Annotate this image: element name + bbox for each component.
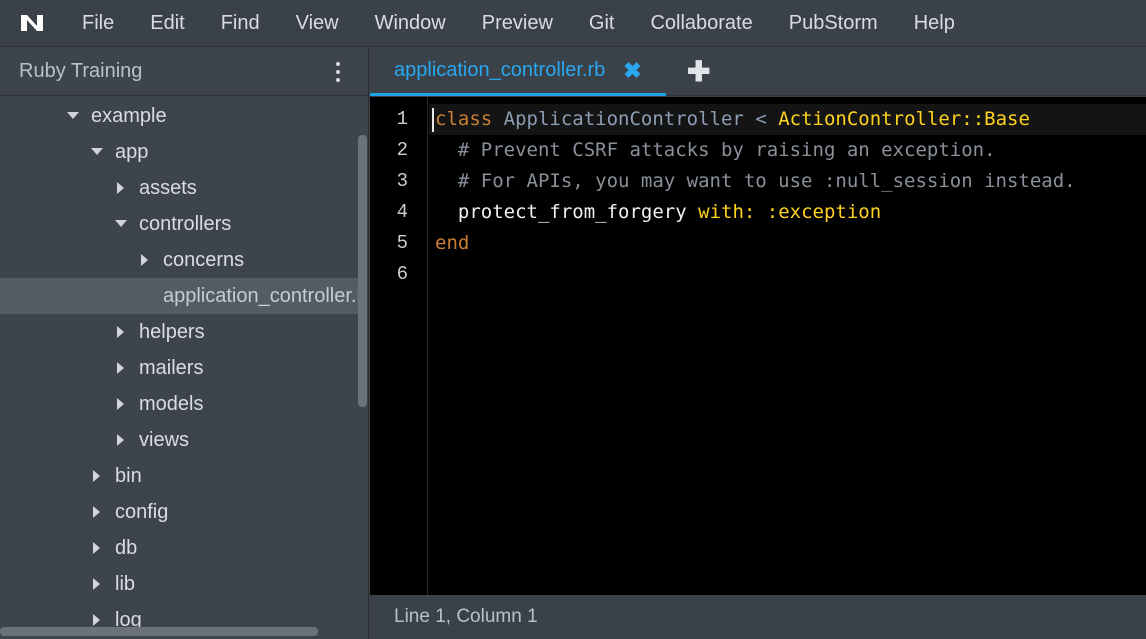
tree-item-example[interactable]: example	[0, 98, 358, 134]
line-number-gutter: 1 2 3 4 5 6	[370, 97, 428, 595]
tree-item-views[interactable]: views	[0, 422, 358, 458]
tree-item-db[interactable]: db	[0, 530, 358, 566]
tree-item-app[interactable]: app	[0, 134, 358, 170]
tree-item-assets[interactable]: assets	[0, 170, 358, 206]
menu-collaborate[interactable]: Collaborate	[632, 0, 770, 47]
comment: # Prevent CSRF attacks by raising an exc…	[457, 139, 996, 161]
cursor-position: Line 1, Column 1	[394, 606, 538, 627]
menu-help[interactable]: Help	[896, 0, 973, 47]
tree-item-mailers[interactable]: mailers	[0, 350, 358, 386]
tree-item-label: concerns	[163, 248, 245, 271]
file-explorer-sidebar: Ruby Training example app assets control…	[0, 48, 369, 639]
line-number: 2	[396, 139, 408, 161]
tree-item-lib[interactable]: lib	[0, 566, 358, 602]
menu-bar: File Edit Find View Window Preview Git C…	[0, 0, 1146, 47]
tree-item-helpers[interactable]: helpers	[0, 314, 358, 350]
tree-item-application-controller[interactable]: application_controller.rb	[0, 278, 358, 314]
tree-item-label: config	[115, 500, 169, 523]
tab-label: application_controller.rb	[394, 59, 606, 81]
method-call: protect_from_forgery	[457, 201, 687, 223]
code-area[interactable]: class ApplicationController < ActionCont…	[429, 104, 1146, 290]
caret-right-icon[interactable]	[109, 350, 133, 386]
caret-down-icon[interactable]	[85, 134, 109, 170]
caret-right-icon[interactable]	[85, 530, 109, 566]
sidebar-horizontal-scrollbar[interactable]	[0, 627, 318, 636]
code-line-3[interactable]: # For APIs, you may want to use :null_se…	[429, 166, 1146, 197]
tree-item-label: db	[115, 536, 138, 559]
tree-item-label: mailers	[139, 356, 204, 379]
caret-right-icon[interactable]	[85, 458, 109, 494]
menu-file[interactable]: File	[64, 0, 132, 47]
tree-item-label: lib	[115, 572, 136, 595]
menu-pubstorm[interactable]: PubStorm	[771, 0, 896, 47]
tree-item-controllers[interactable]: controllers	[0, 206, 358, 242]
add-tab-icon[interactable]: ✚	[666, 48, 732, 95]
line-number: 1	[396, 108, 408, 130]
close-tab-icon[interactable]: ✖	[623, 59, 641, 82]
menu-preview[interactable]: Preview	[464, 0, 571, 47]
comment: # For APIs, you may want to use :null_se…	[457, 170, 1076, 192]
code-line-5[interactable]: end	[429, 228, 1146, 259]
code-line-1[interactable]: class ApplicationController < ActionCont…	[429, 104, 1146, 135]
keyword-argument: with:	[698, 201, 756, 223]
text-cursor	[432, 107, 434, 132]
editor-tab-bar: application_controller.rb ✖ ✚	[370, 48, 1146, 96]
keyword-end: end	[435, 232, 470, 254]
tree-item-label: models	[139, 392, 204, 415]
menu-find[interactable]: Find	[203, 0, 278, 47]
caret-right-icon[interactable]	[109, 170, 133, 206]
caret-right-icon[interactable]	[85, 494, 109, 530]
inherit-operator: <	[755, 108, 767, 130]
more-options-icon[interactable]	[328, 58, 348, 86]
caret-right-icon[interactable]	[109, 386, 133, 422]
status-bar: Line 1, Column 1	[370, 595, 1146, 639]
caret-right-icon[interactable]	[109, 314, 133, 350]
tree-item-label: example	[91, 104, 167, 127]
line-number: 3	[396, 170, 408, 192]
tree-item-label: views	[139, 428, 190, 451]
line-number: 6	[396, 263, 408, 285]
class-name: ApplicationController	[503, 108, 744, 130]
sidebar-header: Ruby Training	[0, 48, 368, 96]
menu-window[interactable]: Window	[357, 0, 464, 47]
caret-down-icon[interactable]	[61, 98, 85, 134]
caret-right-icon[interactable]	[109, 422, 133, 458]
tab-application-controller[interactable]: application_controller.rb ✖	[370, 48, 666, 96]
tree-item-label: helpers	[139, 320, 205, 343]
file-tree: example app assets controllers concerns …	[0, 98, 358, 638]
tree-item-label: assets	[139, 176, 197, 199]
code-editor[interactable]: 1 2 3 4 5 6 class ApplicationController …	[370, 97, 1146, 595]
tree-item-label: application_controller.rb	[163, 284, 358, 307]
tree-item-label: app	[115, 140, 149, 163]
code-line-2[interactable]: # Prevent CSRF attacks by raising an exc…	[429, 135, 1146, 166]
menu-git[interactable]: Git	[571, 0, 633, 47]
tree-item-concerns[interactable]: concerns	[0, 242, 358, 278]
tree-item-bin[interactable]: bin	[0, 458, 358, 494]
code-line-6[interactable]	[429, 259, 1146, 290]
caret-right-icon[interactable]	[85, 566, 109, 602]
code-line-4[interactable]: protect_from_forgery with: :exception	[429, 197, 1146, 228]
symbol-value: :exception	[766, 201, 882, 223]
project-title: Ruby Training	[19, 60, 143, 82]
caret-down-icon[interactable]	[109, 206, 133, 242]
tree-item-label: controllers	[139, 212, 232, 235]
tree-item-config[interactable]: config	[0, 494, 358, 530]
caret-right-icon[interactable]	[133, 242, 157, 278]
tree-item-label: bin	[115, 464, 142, 487]
tree-item-models[interactable]: models	[0, 386, 358, 422]
line-number: 5	[396, 232, 408, 254]
superclass-constant: ActionController::Base	[778, 108, 1030, 130]
sidebar-vertical-scrollbar[interactable]	[358, 135, 367, 407]
menu-view[interactable]: View	[278, 0, 357, 47]
keyword-class: class	[435, 108, 493, 130]
menu-edit[interactable]: Edit	[132, 0, 202, 47]
line-number: 4	[396, 201, 408, 223]
nitrous-n-icon[interactable]	[0, 0, 64, 47]
